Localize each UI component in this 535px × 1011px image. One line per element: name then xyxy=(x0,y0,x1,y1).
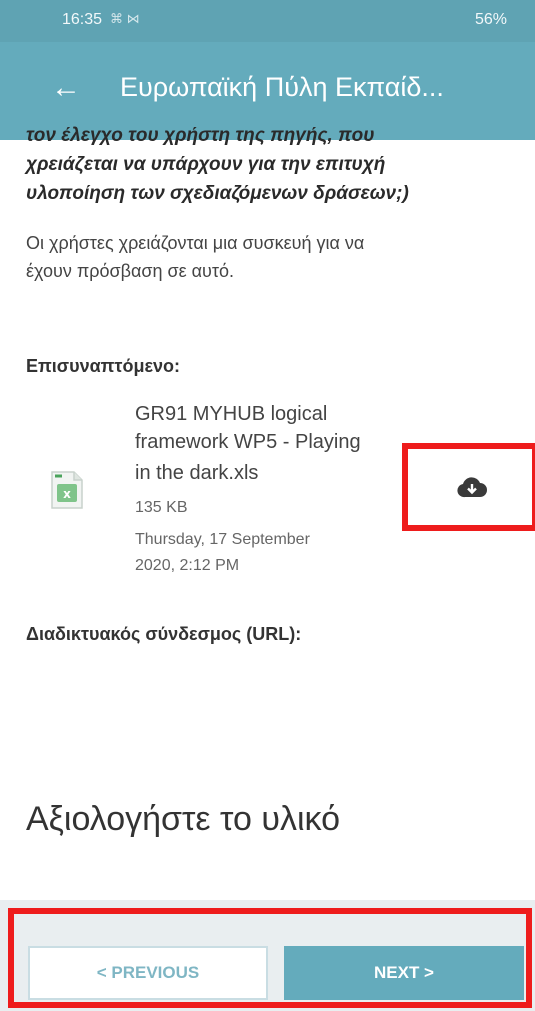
attachment-name-line-2[interactable]: framework WP5 - Playing xyxy=(135,429,435,456)
attachment-label: Επισυναπτόμενο: xyxy=(26,356,181,376)
svg-text:x: x xyxy=(63,487,71,501)
attachment-name-line-1[interactable]: GR91 MYHUB logical xyxy=(135,401,435,428)
phone-screen: 16:35 ⌘ ⋈ 56% ← Ευρωπαϊκή Πύλη Εκπαίδ...… xyxy=(0,0,535,1011)
question-text-line-3: υλοποίηση των σχεδιαζόμενων δράσεων;) xyxy=(26,183,409,204)
status-time: 16:35 xyxy=(62,11,103,28)
attachment-size: 135 KB xyxy=(135,499,188,516)
attachment-date-line-2: 2020, 2:12 PM xyxy=(135,557,240,574)
cloud-download-icon xyxy=(457,477,487,498)
rate-heading: Αξιολογήστε το υλικό xyxy=(26,800,340,838)
url-label: Διαδικτυακός σύνδεσμος (URL): xyxy=(26,624,302,644)
next-button[interactable]: NEXT > xyxy=(284,946,524,1000)
question-text-line-1: τον έλεγχο του χρήστη της πηγής, που xyxy=(26,125,375,146)
download-button[interactable] xyxy=(402,443,535,531)
question-text-line-2: χρειάζεται να υπάρχουν για την επιτυχή xyxy=(26,154,386,175)
attachment-date-line-1: Thursday, 17 September xyxy=(135,531,310,548)
notification-icons: ⌘ ⋈ xyxy=(110,11,140,26)
description-line-2: έχουν πρόσβαση σε αυτό. xyxy=(26,261,235,281)
status-bar: 16:35 ⌘ ⋈ 56% xyxy=(0,0,535,42)
previous-button[interactable]: < PREVIOUS xyxy=(28,946,268,1000)
excel-file-icon: x xyxy=(50,470,84,510)
arrow-left-icon[interactable]: ← xyxy=(44,66,88,110)
attachment-name-line-3[interactable]: in the dark.xls xyxy=(135,460,435,487)
description-line-1: Οι χρήστες χρειάζονται μια συσκευή για ν… xyxy=(26,233,365,253)
page-title: Ευρωπαϊκή Πύλη Εκπαίδ... xyxy=(120,72,444,102)
battery-level: 56% xyxy=(474,11,507,28)
